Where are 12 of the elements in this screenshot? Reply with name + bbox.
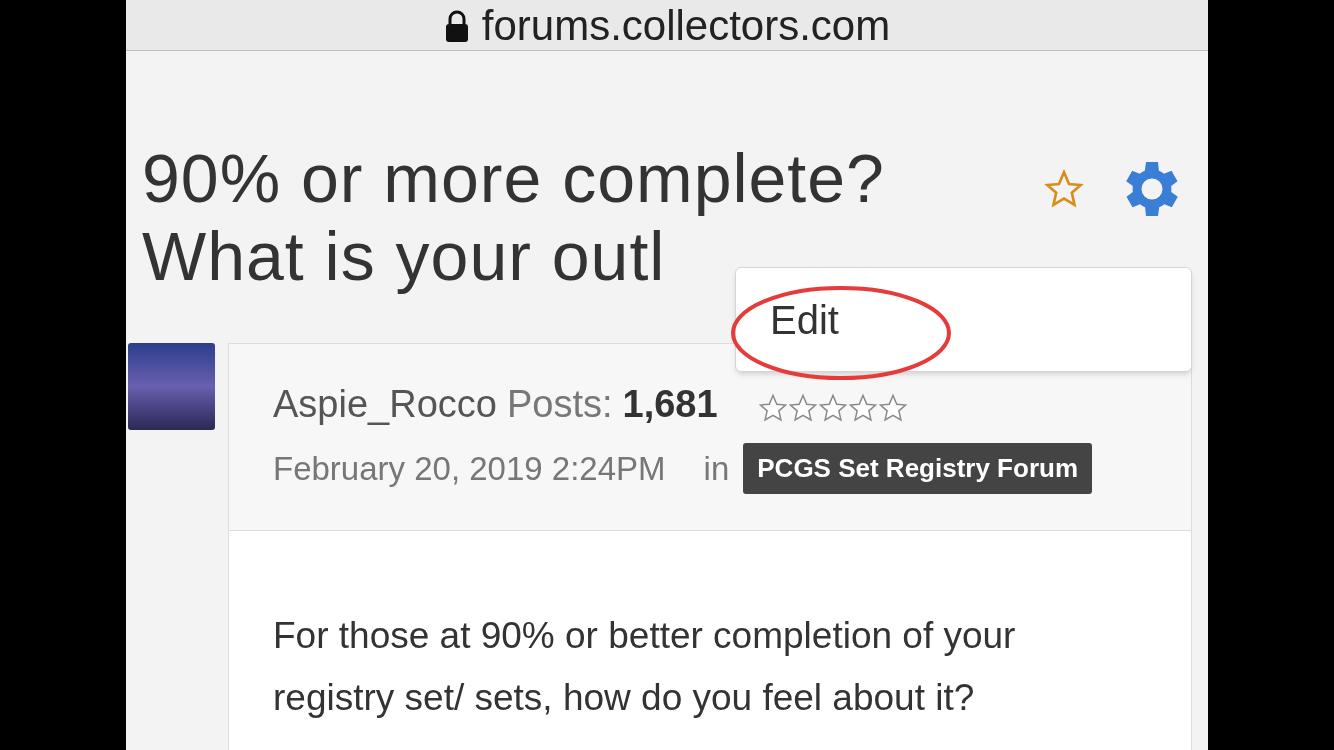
post-date: February 20, 2019 2:24PM — [273, 448, 666, 489]
posts-label: Posts: — [506, 382, 613, 427]
posts-count: 1,681 — [622, 382, 718, 427]
url-text[interactable]: forums.collectors.com — [481, 2, 891, 50]
thread-title: 90% or more complete? — [142, 139, 886, 217]
author-name[interactable]: Aspie_Rocco — [273, 376, 497, 433]
post-body: For those at 90% or better completion of your registry set/ sets, how do you feel about it? — [273, 614, 1017, 720]
category-tag[interactable]: PCGS Set Registry Forum — [743, 443, 1092, 494]
star-icon[interactable] — [1044, 169, 1084, 209]
lock-icon — [443, 10, 470, 42]
thread-title: What is your outl — [142, 217, 667, 295]
in-label: in — [703, 448, 730, 489]
